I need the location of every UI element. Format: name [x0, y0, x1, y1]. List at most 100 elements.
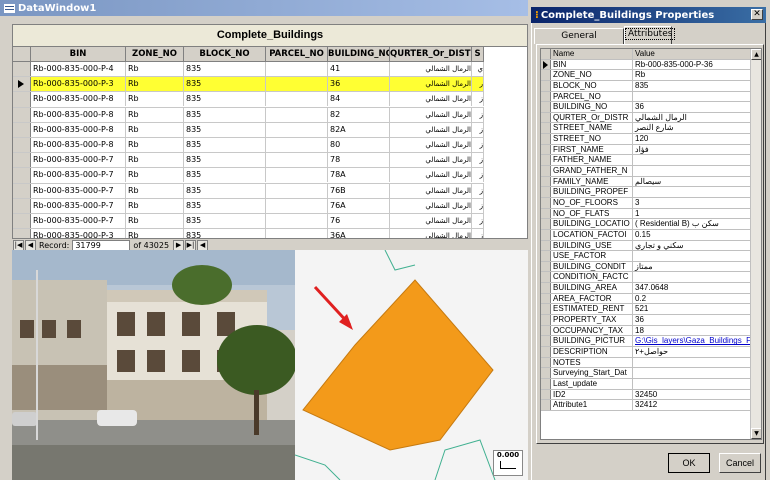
table-cell[interactable]: Rb — [126, 122, 184, 137]
table-cell[interactable]: الرمال الشمالي — [390, 92, 472, 107]
attribute-row[interactable]: ZONE_NO Rb — [541, 70, 761, 81]
attribute-row[interactable]: BUILDING_PICTUR G:\Gis_layers\Gaza_Buildi… — [541, 336, 761, 347]
tab-general[interactable]: General — [534, 28, 624, 44]
table-cell[interactable]: 82 — [328, 107, 390, 122]
table-cell[interactable]: Rb — [126, 213, 184, 228]
table-cell[interactable] — [266, 62, 328, 76]
attribute-row[interactable]: CONDITION_FACTC — [541, 272, 761, 284]
row-selector[interactable] — [13, 92, 31, 107]
table-cell[interactable]: ز — [472, 92, 484, 107]
table-row[interactable]: Rb-000-835-000-P-8 Rb 835 82 الرمال الشمالي ز — [13, 107, 484, 123]
table-cell[interactable]: 835 — [184, 183, 266, 198]
table-cell[interactable]: 835 — [184, 62, 266, 76]
table-cell[interactable]: 835 — [184, 107, 266, 122]
table-cell[interactable]: ر — [472, 77, 484, 92]
attribute-row-selector[interactable] — [541, 144, 551, 155]
row-selector[interactable] — [13, 213, 31, 229]
table-cell[interactable]: 835 — [184, 92, 266, 107]
table-cell[interactable]: Rb-000-835-000-P-3 — [31, 77, 126, 92]
vertical-scrollbar[interactable]: ▲ ▼ — [750, 49, 761, 439]
table-cell[interactable]: Rb-000-835-000-P-7 — [31, 198, 126, 213]
attribute-row[interactable]: FIRST_NAME فؤاد — [541, 144, 761, 156]
map-view[interactable] — [295, 250, 528, 480]
row-selector[interactable] — [13, 107, 31, 122]
table-cell[interactable]: 835 — [184, 198, 266, 213]
column-header[interactable]: QURTER_Or_DISTRICT — [390, 47, 472, 62]
table-cell[interactable]: 835 — [184, 213, 266, 228]
scroll-down-icon[interactable]: ▼ — [751, 428, 761, 439]
attribute-row[interactable]: LOCATION_FACTOI 0.15 — [541, 229, 761, 241]
attribute-row[interactable]: BUILDING_NO 36 — [541, 102, 761, 113]
attribute-row-selector[interactable] — [541, 112, 551, 123]
column-header[interactable]: BUILDING_NO — [328, 47, 390, 62]
cancel-button[interactable]: Cancel — [719, 453, 761, 473]
table-row[interactable]: Rb-000-835-000-P-3 Rb 835 36 الرمال الشمالي ر — [13, 77, 484, 93]
attribute-row[interactable]: PARCEL_NO — [541, 91, 761, 103]
table-cell[interactable]: 80 — [328, 137, 390, 152]
table-cell[interactable]: 78A — [328, 168, 390, 183]
table-row[interactable]: Rb-000-835-000-P-7 Rb 835 78 الرمال الشمالي ز — [13, 153, 484, 169]
column-header[interactable]: S — [472, 47, 484, 62]
attribute-row-selector[interactable] — [541, 155, 551, 166]
table-cell[interactable]: ز — [472, 137, 484, 152]
table-row[interactable]: Rb-000-835-000-P-7 Rb 835 76B الرمال الشمالي… — [13, 183, 484, 199]
attribute-row-selector[interactable] — [541, 400, 551, 410]
attribute-row[interactable]: BUILDING_USE سكني و تجاري — [541, 240, 761, 252]
attribute-row[interactable]: BUILDING_PROPEF — [541, 187, 761, 198]
table-cell[interactable]: Rb-000-835-000-P-7 — [31, 183, 126, 198]
table-cell[interactable]: Rb-000-835-000-P-7 — [31, 153, 126, 168]
column-header[interactable]: BLOCK_NO — [184, 47, 266, 62]
table-cell[interactable]: ز — [472, 107, 484, 122]
table-row[interactable]: Rb-000-835-000-P-7 Rb 835 78A الرمال الشمالي… — [13, 168, 484, 184]
attribute-row-selector[interactable] — [541, 70, 551, 80]
properties-titlebar[interactable]: ⁝ Complete_Buildings Properties ✕ — [531, 7, 766, 23]
attribute-row-selector[interactable] — [541, 325, 551, 336]
table-cell[interactable]: 84 — [328, 92, 390, 107]
table-cell[interactable]: Rb-000-835-000-P-8 — [31, 122, 126, 137]
attribute-row-selector[interactable] — [541, 261, 551, 272]
table-cell[interactable]: الرمال الشمالي — [390, 77, 472, 92]
table-cell[interactable]: 835 — [184, 122, 266, 137]
attribute-row-selector[interactable] — [541, 80, 551, 91]
table-cell[interactable]: Rb — [126, 168, 184, 183]
attribute-row[interactable]: AREA_FACTOR 0.2 — [541, 293, 761, 305]
table-cell[interactable] — [266, 92, 328, 107]
table-cell[interactable]: 36 — [328, 77, 390, 92]
attribute-row[interactable]: FATHER_NAME — [541, 155, 761, 167]
attribute-row[interactable]: NO_OF_FLOORS 3 — [541, 197, 761, 209]
table-cell[interactable]: ز — [472, 153, 484, 168]
attribute-link[interactable]: G:\Gis_layers\Gaza_Buildings_F — [633, 336, 761, 346]
table-cell[interactable] — [266, 153, 328, 168]
table-cell[interactable] — [266, 77, 328, 92]
table-row[interactable]: Rb-000-835-000-P-8 Rb 835 84 الرمال الشمالي ز — [13, 92, 484, 108]
ok-button[interactable]: OK — [668, 453, 710, 473]
table-cell[interactable]: Rb — [126, 92, 184, 107]
attribute-row[interactable]: Last_update — [541, 378, 761, 390]
table-cell[interactable]: 76A — [328, 198, 390, 213]
attribute-row-selector[interactable] — [541, 166, 551, 176]
table-cell[interactable]: الرمال الشمالي — [390, 107, 472, 122]
attribute-row-selector[interactable] — [541, 315, 551, 325]
table-cell[interactable]: الرمال الشمالي — [390, 62, 472, 76]
attribute-row-selector[interactable] — [541, 272, 551, 283]
attribute-row[interactable]: ID2 32450 — [541, 389, 761, 401]
table-cell[interactable]: 76B — [328, 183, 390, 198]
table-cell[interactable]: الرمال الشمالي — [390, 213, 472, 228]
attribute-row-selector[interactable] — [541, 389, 551, 400]
table-cell[interactable]: الرمال الشمالي — [390, 198, 472, 213]
attribute-row[interactable]: Attribute1 32412 — [541, 400, 761, 411]
table-cell[interactable]: الرمال الشمالي — [390, 122, 472, 137]
table-cell[interactable]: Rb-000-835-000-P-7 — [31, 213, 126, 228]
table-cell[interactable]: الرمال الشمالي — [390, 168, 472, 183]
row-selector[interactable] — [13, 77, 31, 92]
datawindow-titlebar[interactable]: DataWindow1 — [0, 0, 528, 16]
table-cell[interactable]: Rb-000-835-000-P-7 — [31, 168, 126, 183]
attribute-row-selector[interactable] — [541, 208, 551, 219]
attribute-row-selector[interactable] — [541, 229, 551, 240]
row-selector[interactable] — [13, 62, 31, 77]
table-cell[interactable]: الرمال الشمالي — [390, 183, 472, 198]
table-cell[interactable]: ي — [472, 62, 484, 76]
table-cell[interactable]: Rb — [126, 77, 184, 92]
attribute-row[interactable]: PROPERTY_TAX 36 — [541, 315, 761, 326]
attribute-row-selector[interactable] — [541, 251, 551, 261]
